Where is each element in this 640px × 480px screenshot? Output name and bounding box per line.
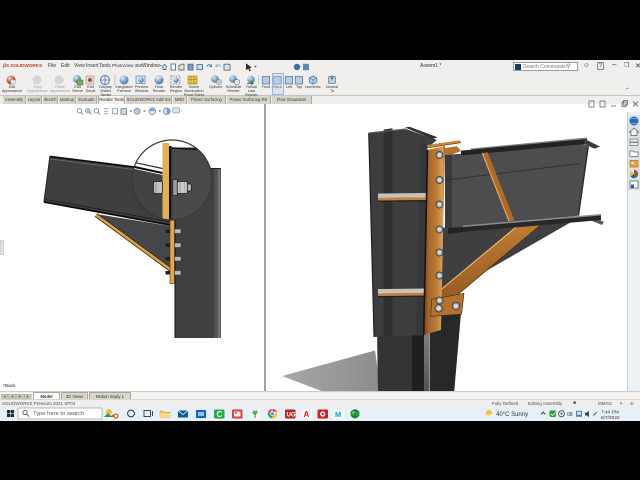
svg-text:40°C Sunny: 40°C Sunny: [496, 412, 528, 418]
svg-text:7:44 PM: 7:44 PM: [601, 410, 619, 416]
svg-text:Type here to search: Type here to search: [33, 411, 84, 417]
svg-text:08: 08: [567, 412, 573, 418]
svg-text:6/7/2022: 6/7/2022: [601, 415, 620, 421]
svg-text:M: M: [335, 410, 341, 419]
svg-text:C: C: [217, 410, 223, 419]
svg-text:A: A: [304, 410, 310, 419]
svg-text:UG: UG: [287, 413, 296, 419]
